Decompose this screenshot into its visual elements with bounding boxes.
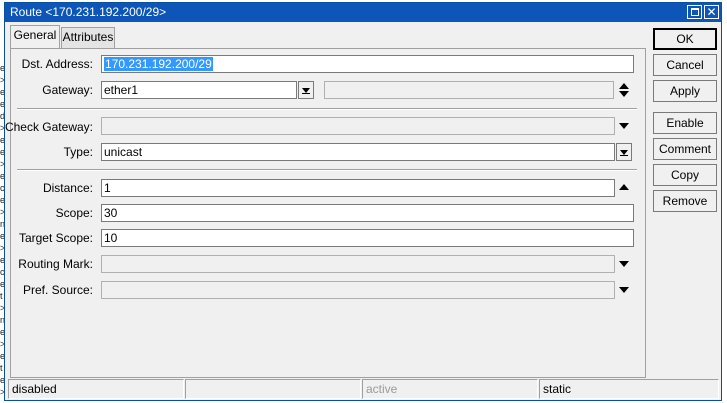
dropdown-bar-icon	[620, 155, 628, 156]
ok-button[interactable]: OK	[653, 28, 717, 50]
distance-input[interactable]: 1	[101, 179, 615, 197]
apply-button[interactable]: Apply	[653, 80, 717, 102]
status-state: disabled	[8, 379, 184, 399]
status-active: active	[362, 379, 538, 399]
distance-label: Distance:	[42, 181, 93, 195]
tab-attributes[interactable]: Attributes	[61, 27, 115, 49]
maximize-icon	[691, 8, 699, 16]
separator	[17, 169, 637, 171]
target-scope-input[interactable]: 10	[101, 229, 634, 247]
type-dropdown-button[interactable]	[616, 143, 632, 161]
routing-mark-input[interactable]	[101, 255, 615, 273]
check-gateway-label: Check Gateway:	[4, 120, 93, 134]
scope-input[interactable]: 30	[101, 204, 634, 222]
gateway-input[interactable]: ether1	[101, 81, 297, 99]
type-select[interactable]: unicast	[101, 143, 615, 161]
remove-button[interactable]: Remove	[653, 190, 717, 212]
routing-mark-dropdown-icon[interactable]	[619, 261, 629, 267]
window-title: Route <170.231.192.200/29>	[10, 5, 167, 19]
gateway-dropdown-button[interactable]	[298, 81, 314, 99]
copy-button[interactable]: Copy	[653, 164, 717, 186]
dst-address-value: 170.231.192.200/29	[104, 57, 213, 71]
pref-source-input[interactable]	[101, 281, 615, 299]
pref-source-label: Pref. Source:	[22, 283, 93, 297]
maximize-button[interactable]	[687, 5, 702, 19]
dropdown-bar-icon	[302, 93, 310, 94]
route-dialog: Route <170.231.192.200/29> ✕ General Att…	[4, 2, 722, 401]
gateway-add-remove-icon[interactable]	[618, 82, 630, 98]
separator	[17, 108, 637, 110]
close-button[interactable]: ✕	[704, 5, 719, 19]
tab-general[interactable]: General	[10, 25, 60, 49]
check-gateway-dropdown-icon[interactable]	[619, 123, 629, 129]
routing-mark-label: Routing Mark:	[18, 257, 93, 271]
close-icon: ✕	[706, 5, 717, 19]
gateway-secondary-input[interactable]	[324, 81, 614, 99]
dst-address-input[interactable]: 170.231.192.200/29	[101, 55, 634, 73]
arrow-up-icon	[619, 83, 629, 89]
enable-button[interactable]: Enable	[653, 112, 717, 134]
status-kind: static	[539, 379, 719, 399]
check-gateway-input[interactable]	[101, 117, 615, 135]
title-bar[interactable]: Route <170.231.192.200/29> ✕	[5, 3, 721, 22]
distance-collapse-icon[interactable]	[619, 184, 629, 190]
type-label: Type:	[63, 145, 93, 159]
pref-source-dropdown-icon[interactable]	[619, 287, 629, 293]
target-scope-label: Target Scope:	[18, 231, 93, 245]
gateway-label: Gateway:	[42, 83, 93, 97]
status-bar: disabled active static	[6, 379, 721, 400]
arrow-down-icon	[619, 91, 629, 97]
cancel-button[interactable]: Cancel	[653, 54, 717, 76]
comment-button[interactable]: Comment	[653, 138, 717, 160]
dst-address-label: Dst. Address:	[21, 57, 93, 71]
scope-label: Scope:	[55, 206, 93, 220]
status-empty	[185, 379, 361, 399]
